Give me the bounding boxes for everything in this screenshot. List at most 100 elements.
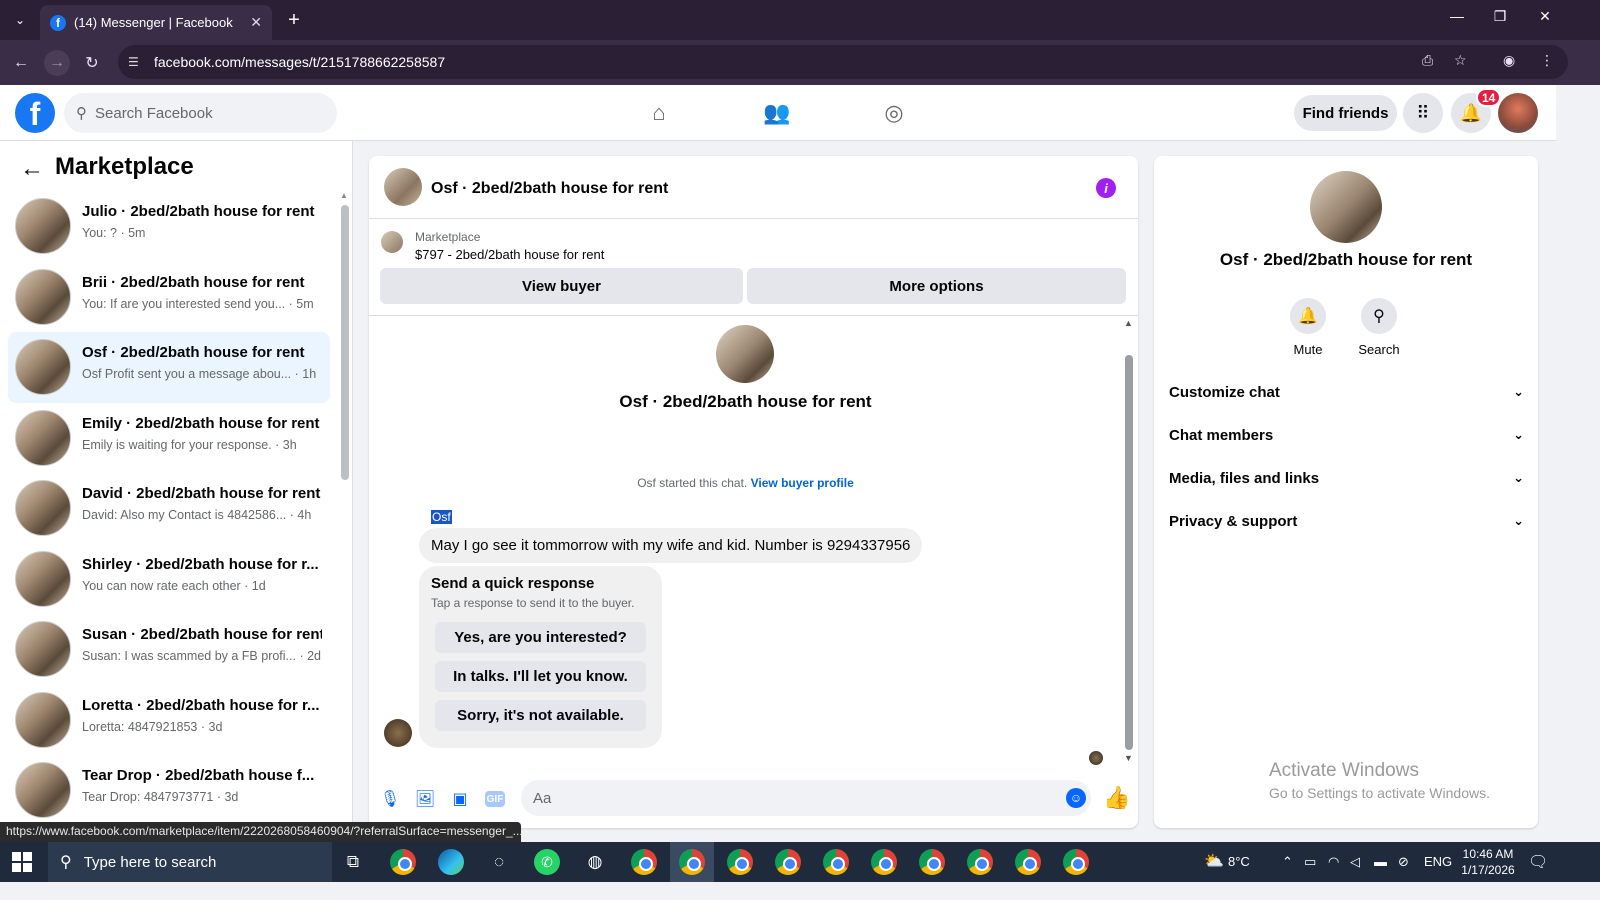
menu-grid-icon[interactable]: ⠿ xyxy=(1403,93,1443,133)
quick-response-in-talks[interactable]: In talks. I'll let you know. xyxy=(435,661,646,692)
account-avatar[interactable] xyxy=(1498,93,1538,133)
tab-search-button[interactable]: ⌄ xyxy=(8,8,32,32)
menu-customize-chat[interactable]: Customize chat ⌄ xyxy=(1169,374,1524,410)
friends-icon[interactable]: 👥 xyxy=(759,97,795,129)
battery-icon[interactable]: ▬ xyxy=(1374,854,1387,869)
sticker-icon[interactable]: ▣ xyxy=(449,788,471,810)
wifi-icon[interactable]: ◠ xyxy=(1328,854,1339,870)
browser-tab[interactable]: f (14) Messenger | Facebook ✕ xyxy=(40,5,272,40)
close-tab-icon[interactable]: ✕ xyxy=(250,14,262,31)
edge-icon[interactable] xyxy=(438,849,464,875)
info-icon[interactable]: i xyxy=(1096,178,1116,198)
app-icon[interactable]: ◍ xyxy=(582,849,608,875)
restore-icon[interactable]: ❐ xyxy=(1485,8,1515,25)
quick-response-box: Send a quick response Tap a response to … xyxy=(419,566,662,748)
app-icon[interactable]: ◌ xyxy=(486,849,512,875)
listing-thumbnail[interactable] xyxy=(381,231,403,253)
more-options-button[interactable]: More options xyxy=(747,268,1126,304)
omnibox[interactable]: ☰ facebook.com/messages/t/21517886622585… xyxy=(118,45,1568,79)
thread-scrollbar[interactable] xyxy=(1125,355,1133,750)
sidebar-scrollbar[interactable] xyxy=(341,205,349,480)
conversation-item[interactable]: Emily · 2bed/2bath house for rent Emily i… xyxy=(8,403,330,474)
message-bubble[interactable]: May I go see it tommorrow with my wife a… xyxy=(419,528,923,563)
weather-icon[interactable]: ⛅ xyxy=(1204,851,1224,871)
language-indicator[interactable]: ENG xyxy=(1424,854,1452,869)
photo-icon[interactable]: 🖼 xyxy=(414,788,436,810)
listing-title[interactable]: $797 - 2bed/2bath house for rent xyxy=(415,247,604,262)
close-window-icon[interactable]: ✕ xyxy=(1530,8,1560,25)
new-tab-button[interactable]: + xyxy=(282,8,306,32)
conversation-item[interactable]: Loretta · 2bed/2bath house for r... Loret… xyxy=(8,685,330,756)
minimize-icon[interactable]: — xyxy=(1442,8,1472,24)
conversation-item[interactable]: Brii · 2bed/2bath house for rent You: If … xyxy=(8,262,330,333)
menu-privacy-support[interactable]: Privacy & support ⌄ xyxy=(1169,503,1524,539)
forward-icon[interactable]: → xyxy=(44,50,70,76)
menu-label: Privacy & support xyxy=(1169,512,1298,530)
chrome-icon[interactable] xyxy=(1063,849,1089,875)
taskbar-search-box[interactable]: ⚲ Type here to search xyxy=(48,842,332,882)
conversation-item[interactable]: Julio · 2bed/2bath house for rent You: ? … xyxy=(8,191,330,262)
home-icon[interactable]: ⌂ xyxy=(641,97,677,129)
taskbar-clock[interactable]: 10:46 AM 1/17/2026 xyxy=(1458,846,1518,878)
site-info-icon[interactable]: ☰ xyxy=(128,55,146,69)
scroll-down-icon[interactable]: ▼ xyxy=(1124,753,1133,763)
quick-response-not-available[interactable]: Sorry, it's not available. xyxy=(435,700,646,731)
chrome-icon[interactable] xyxy=(631,849,657,875)
mute-action[interactable]: 🔔 Mute xyxy=(1278,298,1338,357)
chrome-icon[interactable] xyxy=(967,849,993,875)
back-icon[interactable]: ← xyxy=(8,50,34,76)
chrome-icon[interactable] xyxy=(775,849,801,875)
menu-chat-members[interactable]: Chat members ⌄ xyxy=(1169,417,1524,453)
install-app-icon[interactable]: ⎙ xyxy=(1422,52,1433,69)
chat-info-panel: Osf · 2bed/2bath house for rent 🔔 Mute ⚲… xyxy=(1154,156,1538,828)
groups-icon[interactable]: ◎ xyxy=(876,97,912,129)
chrome-icon[interactable] xyxy=(1015,849,1041,875)
network-icon[interactable]: ⊘ xyxy=(1398,854,1409,870)
meet-icon[interactable]: ▭ xyxy=(1304,854,1316,870)
conversation-item-active[interactable]: Osf · 2bed/2bath house for rent Osf Profi… xyxy=(8,332,330,403)
emoji-icon[interactable]: ☺ xyxy=(1066,788,1086,808)
quick-response-yes[interactable]: Yes, are you interested? xyxy=(435,622,646,653)
chrome-icon[interactable] xyxy=(871,849,897,875)
task-view-icon[interactable]: ⧉ xyxy=(340,849,366,875)
chrome-icon[interactable] xyxy=(390,849,416,875)
chrome-icon[interactable] xyxy=(919,849,945,875)
thumbs-up-icon[interactable]: 👍 xyxy=(1103,785,1130,811)
back-arrow-icon[interactable]: ← xyxy=(20,155,44,183)
menu-media-files-links[interactable]: Media, files and links ⌄ xyxy=(1169,460,1524,496)
page-scrollbar[interactable] xyxy=(1556,85,1568,842)
windows-start-icon[interactable] xyxy=(12,852,32,872)
facebook-search-input[interactable]: ⚲ Search Facebook xyxy=(64,93,337,133)
scroll-up-icon[interactable]: ▲ xyxy=(1124,318,1133,328)
volume-icon[interactable]: ◁ xyxy=(1350,854,1360,870)
conversation-item[interactable]: Susan · 2bed/2bath house for rent Susan: … xyxy=(8,614,330,685)
conversation-item[interactable]: Tear Drop · 2bed/2bath house f... Tear Dr… xyxy=(8,755,330,826)
microphone-icon[interactable]: 🎙 xyxy=(379,788,401,810)
chrome-icon[interactable] xyxy=(727,849,753,875)
profile-icon[interactable]: ◉ xyxy=(1503,52,1515,69)
search-action[interactable]: ⚲ Search xyxy=(1349,298,1409,357)
view-buyer-button[interactable]: View buyer xyxy=(380,268,743,304)
profile-avatar[interactable] xyxy=(1310,171,1382,243)
quick-response-title: Send a quick response xyxy=(431,575,595,592)
notification-center-icon[interactable]: 🗨 xyxy=(1528,852,1548,872)
gif-icon[interactable]: GIF xyxy=(485,791,505,807)
bookmark-star-icon[interactable]: ☆ xyxy=(1454,52,1467,69)
chrome-icon[interactable] xyxy=(823,849,849,875)
weather-temp[interactable]: 8°C xyxy=(1228,854,1250,869)
chrome-icon[interactable] xyxy=(679,849,705,875)
show-hidden-icons-icon[interactable]: ⌃ xyxy=(1282,854,1293,870)
chat-title[interactable]: Osf · 2bed/2bath house for rent xyxy=(431,180,668,198)
reload-icon[interactable]: ↻ xyxy=(79,50,105,76)
whatsapp-icon[interactable]: ✆ xyxy=(534,849,560,875)
message-input[interactable]: Aa xyxy=(521,780,1091,816)
view-buyer-profile-link[interactable]: View buyer profile xyxy=(751,476,854,490)
chat-avatar[interactable] xyxy=(384,168,422,206)
find-friends-button[interactable]: Find friends xyxy=(1294,95,1397,131)
conversation-item[interactable]: Shirley · 2bed/2bath house for r... You c… xyxy=(8,544,330,615)
conversation-item[interactable]: David · 2bed/2bath house for rent David: … xyxy=(8,473,330,544)
browser-menu-icon[interactable]: ⋮ xyxy=(1540,52,1554,69)
url-text[interactable]: facebook.com/messages/t/2151788662258587 xyxy=(154,54,445,70)
facebook-logo-icon[interactable]: f xyxy=(15,93,55,133)
scroll-up-icon[interactable]: ▲ xyxy=(340,191,348,200)
